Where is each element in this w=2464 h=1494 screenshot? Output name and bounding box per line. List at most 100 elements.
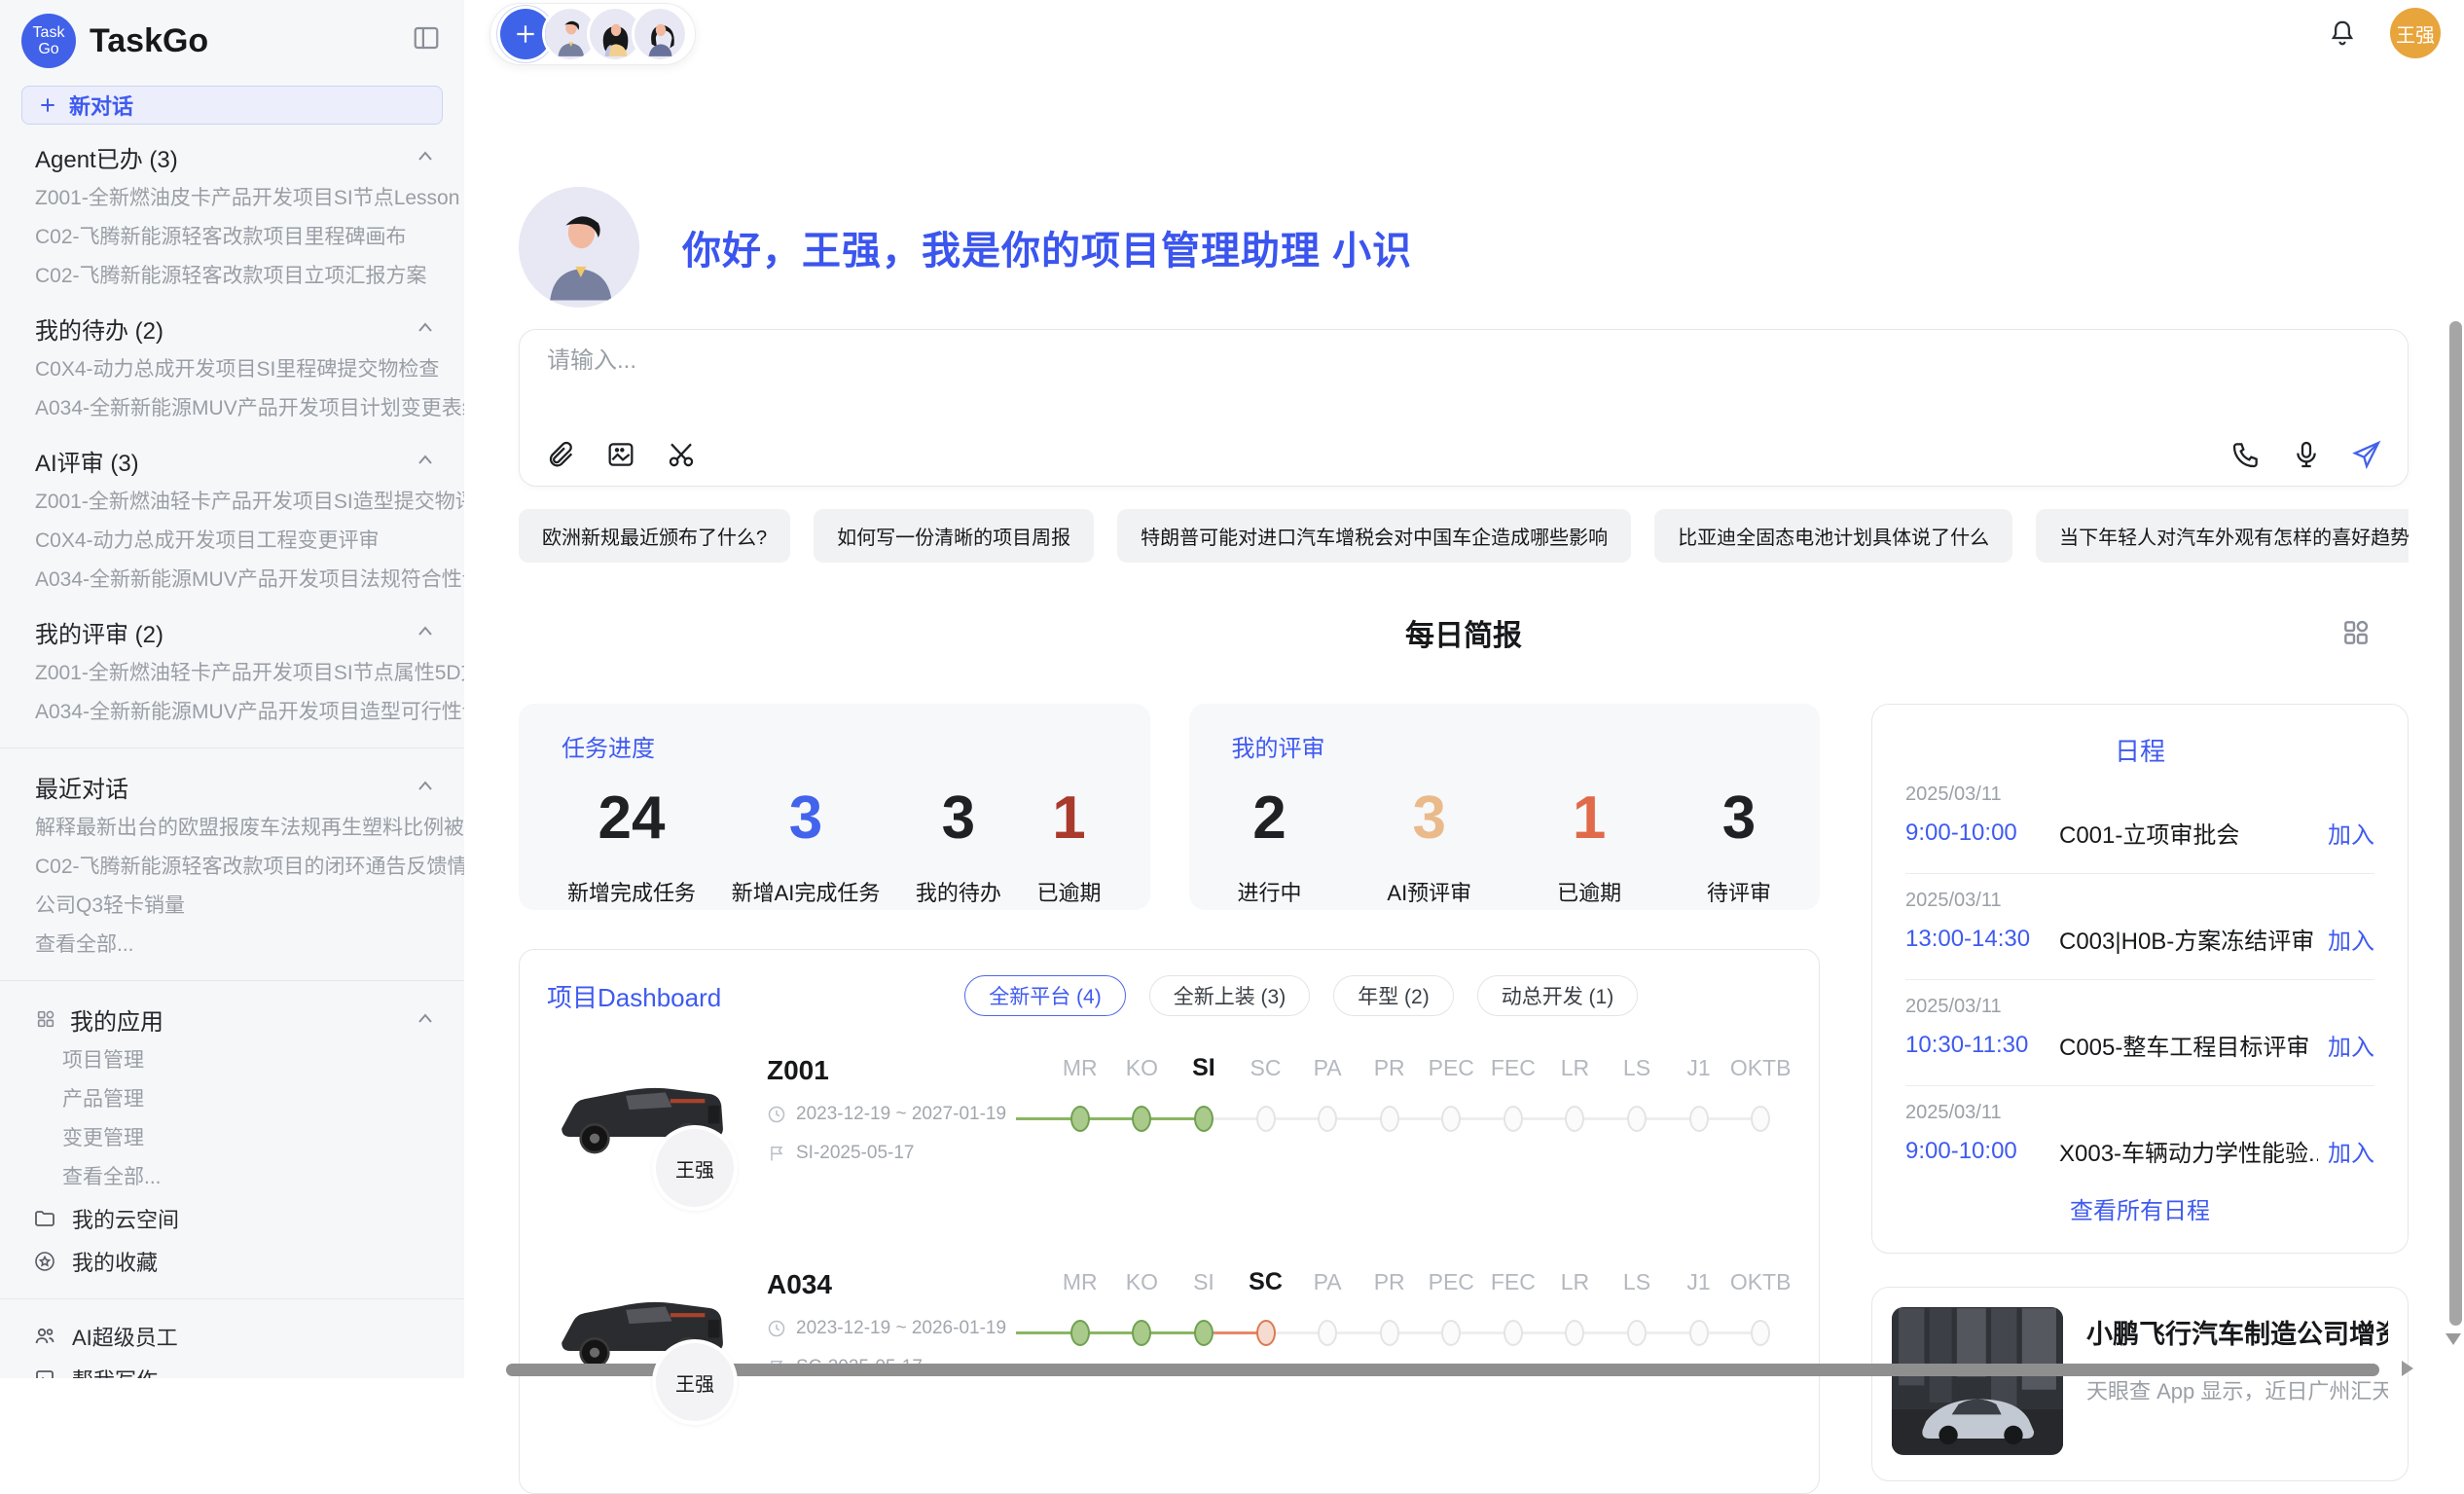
suggestion-chips: 欧洲新规最近颁布了什么? 如何写一份清晰的项目周报 特朗普可能对进口汽车增税会对… — [519, 509, 2409, 563]
scissors-icon[interactable] — [666, 439, 697, 470]
stat-new-done: 24 新增完成任务 — [567, 788, 696, 907]
tab-new-platform[interactable]: 全新平台 (4) — [964, 975, 1126, 1016]
app-link-project-mgmt[interactable]: 项目管理 — [0, 1041, 464, 1080]
new-chat-button[interactable]: 新对话 — [21, 86, 443, 125]
group-title: AI评审 (3) — [35, 444, 139, 478]
group-title: 我的评审 (2) — [35, 615, 163, 649]
milestone-dot — [1627, 1106, 1647, 1132]
sidebar-task-item[interactable]: A034-全新新能源MUV产品开发项目计划变更表编写 — [0, 389, 464, 428]
scroll-down-arrow[interactable] — [2446, 1333, 2461, 1345]
assistant-greeting: 你好，王强，我是你的项目管理助理 小识 — [519, 187, 1412, 308]
suggestion-chip[interactable]: 比亚迪全固态电池计划具体说了什么 — [1654, 509, 2012, 563]
recent-chat-item[interactable]: 公司Q3轻卡销量 — [0, 887, 464, 926]
join-button[interactable]: 加入 — [2328, 922, 2374, 956]
suggestion-chip[interactable]: 特朗普可能对进口汽车增税会对中国车企造成哪些影响 — [1117, 509, 1631, 563]
join-button[interactable]: 加入 — [2328, 1028, 2374, 1062]
suggestion-chip[interactable]: 欧洲新规最近颁布了什么? — [519, 509, 790, 563]
schedule-time: 10:30-11:30 — [1905, 1032, 2059, 1059]
sidebar-group-agent-done: Agent已办 (3) Z001-全新燃油皮卡产品开发项目SI节点Lesson … — [0, 134, 464, 296]
image-icon[interactable] — [605, 439, 636, 470]
schedule-name: C003|H0B-方案冻结评审 — [2059, 922, 2318, 956]
sidebar-item-favorites[interactable]: 我的收藏 — [0, 1240, 464, 1283]
horizontal-scrollbar-thumb[interactable] — [506, 1364, 2379, 1376]
scroll-right-arrow[interactable] — [2402, 1361, 2413, 1376]
assistant-avatar-2[interactable] — [590, 9, 640, 59]
group-title: 最近对话 — [35, 770, 128, 804]
sidebar-item-cloud-space[interactable]: 我的云空间 — [0, 1197, 464, 1240]
view-all-schedule-link[interactable]: 查看所有日程 — [1905, 1191, 2374, 1229]
sidebar-item-help-me-write[interactable]: 帮我写作 — [0, 1358, 464, 1378]
project-row[interactable]: 王强 A034 2023-12-19 ~ 2026-01-19 SC-2025-… — [547, 1263, 1792, 1444]
tab-powertrain[interactable]: 动总开发 (1) — [1477, 975, 1639, 1016]
chevron-up-icon[interactable] — [414, 449, 437, 472]
assistant-avatar-3[interactable] — [634, 9, 685, 59]
divider — [0, 747, 464, 748]
chevron-up-icon[interactable] — [414, 145, 437, 168]
notification-bell-icon[interactable] — [2328, 18, 2357, 48]
sidebar-task-item[interactable]: Z001-全新燃油皮卡产品开发项目SI节点Lesson Learn报告 — [0, 179, 464, 218]
layout-grid-icon[interactable] — [2340, 617, 2372, 648]
sidebar-task-item[interactable]: A034-全新新能源MUV产品开发项目法规符合性评审 — [0, 561, 464, 600]
view-all-apps-link[interactable]: 查看全部... — [0, 1158, 464, 1197]
project-flag-milestone: SI-2025-05-17 — [767, 1143, 1049, 1164]
sidebar-task-item[interactable]: Z001-全新燃油轻卡产品开发项目SI造型提交物评审 — [0, 483, 464, 522]
group-header[interactable]: Agent已办 (3) — [0, 134, 464, 179]
assistant-avatar-1[interactable] — [545, 9, 596, 59]
dashboard-tabs: 全新平台 (4) 全新上装 (3) 年型 (2) 动总开发 (1) — [964, 975, 1638, 1016]
app-link-change-mgmt[interactable]: 变更管理 — [0, 1119, 464, 1158]
group-header[interactable]: AI评审 (3) — [0, 438, 464, 483]
sidebar-item-ai-employee[interactable]: AI超级员工 — [0, 1315, 464, 1358]
chat-input[interactable] — [547, 347, 2104, 375]
sidebar-collapse-icon[interactable] — [412, 23, 441, 53]
group-header[interactable]: 我的应用 — [0, 997, 464, 1041]
stats-row: 任务进度 24 新增完成任务 3 新增AI完成任务 3 我的待办 — [519, 704, 1820, 910]
view-all-chats-link[interactable]: 查看全部... — [0, 926, 464, 965]
sidebar-task-item[interactable]: C02-飞腾新能源轻客改款项目立项汇报方案 — [0, 257, 464, 296]
milestone-dot — [1504, 1106, 1523, 1132]
chevron-up-icon[interactable] — [414, 620, 437, 643]
task-progress-card: 任务进度 24 新增完成任务 3 新增AI完成任务 3 我的待办 — [519, 704, 1150, 910]
suggestion-chip[interactable]: 如何写一份清晰的项目周报 — [814, 509, 1094, 563]
recent-chat-item[interactable]: 解释最新出台的欧盟报废车法规再生塑料比例被调至15%... — [0, 809, 464, 848]
sidebar-task-item[interactable]: C0X4-动力总成开发项目工程变更评审 — [0, 522, 464, 561]
schedule-time: 9:00-10:00 — [1905, 820, 2059, 847]
schedule-title: 日程 — [1905, 732, 2374, 768]
input-right-tools — [2230, 439, 2382, 470]
sidebar-task-item[interactable]: Z001-全新燃油轻卡产品开发项目SI节点属性5D文件评审 — [0, 654, 464, 693]
news-card[interactable]: 小鹏飞行汽车制造公司增资 天眼查 App 显示，近日广州汇天飞行汽... — [1871, 1287, 2409, 1481]
schedule-date: 2025/03/11 — [1905, 1102, 2374, 1124]
recent-chat-item[interactable]: C02-飞腾新能源轻客改款项目的闭环通告反馈情况 — [0, 848, 464, 887]
suggestion-chip[interactable]: 当下年轻人对汽车外观有怎样的喜好趋势 — [2036, 509, 2409, 563]
owner-badge: 王强 — [652, 1339, 738, 1425]
milestone-timeline: MR KO SI SC PA PR PEC FEC LR LS J1 OKTB — [1049, 1263, 1792, 1346]
vertical-scrollbar-thumb[interactable] — [2449, 321, 2462, 1326]
add-assistant-button[interactable] — [500, 9, 551, 59]
sidebar-task-item[interactable]: C0X4-动力总成开发项目SI里程碑提交物检查 — [0, 350, 464, 389]
chevron-up-icon[interactable] — [414, 775, 437, 798]
tab-model-year[interactable]: 年型 (2) — [1333, 975, 1454, 1016]
tab-new-body[interactable]: 全新上装 (3) — [1149, 975, 1311, 1016]
my-review-card: 我的评审 2 进行中 3 AI预评审 1 已逾期 3 — [1189, 704, 1821, 910]
group-header[interactable]: 我的待办 (2) — [0, 306, 464, 350]
phone-icon[interactable] — [2230, 439, 2262, 470]
project-row[interactable]: 王强 Z001 2023-12-19 ~ 2027-01-19 SI-2025-… — [547, 1049, 1792, 1230]
chevron-up-icon[interactable] — [414, 316, 437, 340]
group-header[interactable]: 最近对话 — [0, 764, 464, 809]
join-button[interactable]: 加入 — [2328, 1134, 2374, 1168]
chevron-up-icon[interactable] — [414, 1007, 437, 1031]
sidebar-item-label: 帮我写作 — [72, 1364, 158, 1378]
sidebar-task-item[interactable]: C02-飞腾新能源轻客改款项目里程碑画布 — [0, 218, 464, 257]
join-button[interactable]: 加入 — [2328, 816, 2374, 850]
send-icon[interactable] — [2351, 439, 2382, 470]
app-link-product-mgmt[interactable]: 产品管理 — [0, 1080, 464, 1119]
microphone-icon[interactable] — [2291, 439, 2322, 470]
group-header[interactable]: 我的评审 (2) — [0, 609, 464, 654]
divider — [0, 1298, 464, 1299]
paperclip-icon[interactable] — [545, 439, 576, 470]
milestone-dot — [1380, 1106, 1399, 1132]
user-avatar[interactable]: 王强 — [2390, 8, 2441, 58]
schedule-date: 2025/03/11 — [1905, 996, 2374, 1018]
card-title: 我的评审 — [1232, 729, 1778, 763]
sidebar-task-item[interactable]: A034-全新新能源MUV产品开发项目造型可行性评审 — [0, 693, 464, 732]
schedule-name: C005-整车工程目标评审 — [2059, 1028, 2318, 1062]
